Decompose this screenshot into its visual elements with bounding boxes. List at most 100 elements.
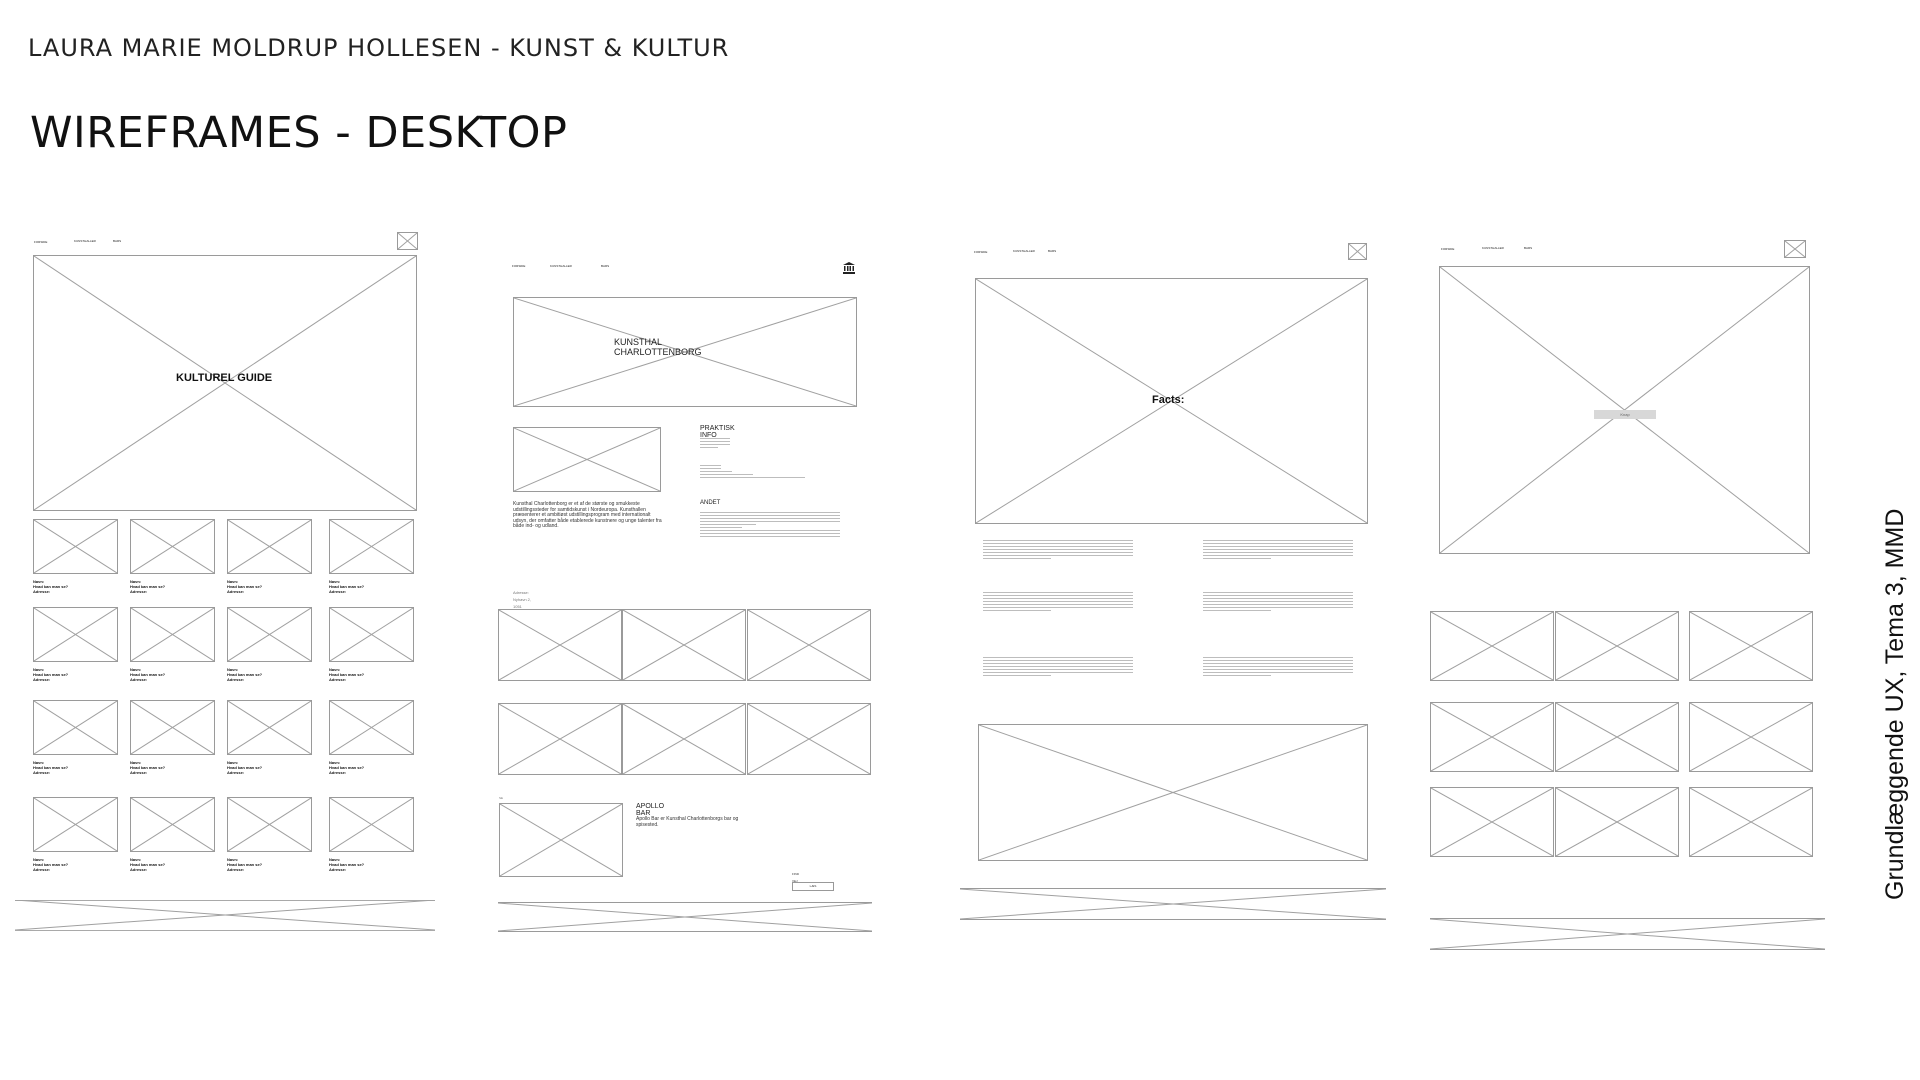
event-card-image [33,607,118,662]
event-card-image [130,519,215,574]
hero-title: KUNSTHAL CHARLOTTENBORG [614,337,702,357]
footer-placeholder [498,902,872,932]
event-card-line: Adresse: [227,589,245,594]
event-card-line: Adresse: [130,677,148,682]
course-caption: Grundlæggende UX, Tema 3, MMD [1881,508,1909,900]
event-card-line: Adresse: [130,589,148,594]
gallery-image [622,609,746,681]
practical-info-title: PRAKTISK INFO [700,425,735,439]
nav-item-kunsthaller[interactable]: KUNSTHALLER [1013,249,1035,253]
nav-item-bars[interactable]: BARS [601,264,609,268]
bar-image [1689,702,1813,772]
event-card-image [130,797,215,852]
bottom-image-placeholder [978,724,1368,861]
gallery-image [747,703,871,775]
event-card-line: Adresse: [130,770,148,775]
event-card-text: Navn: Hvad kan man se? Adresse: [227,857,262,872]
event-card-line: Adresse: [33,867,51,872]
event-card-image [33,700,118,755]
other-title: ANDET [700,500,721,506]
event-card-line: Adresse: [130,867,148,872]
event-card-text: Navn: Hvad kan man se? Adresse: [227,760,262,775]
event-card-image [130,607,215,662]
nav-item-forside[interactable]: FORSIDE [512,264,525,268]
text-block-placeholder [983,657,1133,678]
event-card-text: Navn: Hvad kan man se? Adresse: [33,579,68,594]
nav-item-kunsthaller[interactable]: KUNSTHALLER [74,239,96,243]
hero-button[interactable]: Knap [1594,410,1656,419]
footer-placeholder [1430,918,1825,950]
event-card-text: Navn: Hvad kan man se? Adresse: [227,667,262,682]
text-block-placeholder [1203,657,1353,678]
event-card-text: Navn: Hvad kan man se? Adresse: [130,857,165,872]
bar-image [1555,702,1679,772]
slide-title: WIREFRAMES - DESKTOP [30,108,568,158]
event-card-text: Navn: Hvad kan man se? Adresse: [33,667,68,682]
bar-image [1555,611,1679,681]
intro-text: Kunsthal Charlottenborg er et af de stør… [513,501,662,529]
event-card-text: Navn: Hvad kan man se? Adresse: [130,667,165,682]
bar-text: Apollo Bar er Kunsthal Charlottenborgs b… [636,816,739,828]
opening-hours-placeholder [700,465,805,480]
author-header: LAURA MARIE MOLDRUP HOLLESEN - KUNST & K… [28,34,730,62]
bar-image-placeholder [499,803,623,877]
logo-placeholder[interactable] [1784,240,1806,258]
nav-item-bars[interactable]: BARS [113,239,121,243]
bar-image [1430,787,1554,857]
event-card-text: Navn: Hvad kan man se? Adresse: [130,760,165,775]
event-card-line: Adresse: [329,677,347,682]
text-block-placeholder [1203,540,1353,561]
nav-item-forside[interactable]: FORSIDE [34,240,47,244]
bar-image [1430,611,1554,681]
footer-placeholder [15,900,435,930]
event-card-image [227,607,312,662]
event-card-line: Adresse: [33,589,51,594]
event-card-image [33,519,118,574]
event-card-line: Adresse: [329,867,347,872]
nav-item-kunsthaller[interactable]: KUNSTHALLER [550,264,572,268]
event-card-text: Navn: Hvad kan man se? Adresse: [329,857,364,872]
read-more-button[interactable]: LÆS [792,882,834,891]
museum-icon[interactable] [843,262,855,274]
event-card-line: Adresse: [329,770,347,775]
event-card-text: Navn: Hvad kan man se? Adresse: [130,579,165,594]
event-card-image [329,607,414,662]
event-card-text: Navn: Hvad kan man se? Adresse: [33,857,68,872]
event-card-text: Navn: Hvad kan man se? Adresse: [33,760,68,775]
event-card-image [33,797,118,852]
info-text-placeholder [700,438,730,450]
nav-item-kunsthaller[interactable]: KUNSTHALLER [1482,246,1504,250]
text-block-placeholder [983,540,1133,561]
event-card-text: Navn: Hvad kan man se? Adresse: [329,579,364,594]
event-card-line: Adresse: [227,770,245,775]
nav-item-forside[interactable]: FORSIDE [974,250,987,254]
event-card-line: Adresse: [33,770,51,775]
hero-title: KULTUREL GUIDE [176,372,273,384]
bar-image [1689,787,1813,857]
event-card-image [227,700,312,755]
bar-image [1689,611,1813,681]
event-card-text: Navn: Hvad kan man se? Adresse: [227,579,262,594]
event-card-image [329,797,414,852]
footer-line [15,930,435,931]
event-card-image [130,700,215,755]
gallery-image [622,703,746,775]
nav-item-forside[interactable]: FORSIDE [1441,247,1454,251]
footer-placeholder [960,888,1386,920]
event-card-image [227,519,312,574]
bar-title: APOLLO BAR [636,803,665,817]
gallery-image [498,703,622,775]
event-card-image [329,519,414,574]
event-card-image [227,797,312,852]
logo-placeholder[interactable] [397,232,418,250]
other-text-placeholder [700,512,840,539]
logo-placeholder[interactable] [1348,243,1367,260]
event-card-image [329,700,414,755]
info-image-placeholder [513,427,661,492]
facts-title: Facts: [1152,394,1185,406]
text-block-placeholder [983,592,1133,613]
event-card-line: Adresse: [227,867,245,872]
nav-item-bars[interactable]: BARS [1524,246,1532,250]
event-card-text: Navn: Hvad kan man se? Adresse: [329,760,364,775]
nav-item-bars[interactable]: BARS [1048,249,1056,253]
